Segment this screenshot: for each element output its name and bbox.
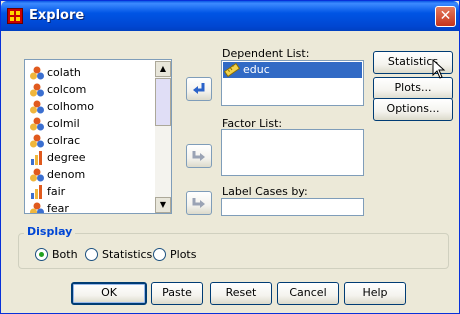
dependent-list-label: Dependent List: bbox=[222, 47, 310, 60]
scale-variable-icon bbox=[224, 62, 240, 78]
display-option-plots[interactable]: Plots bbox=[153, 247, 203, 263]
list-item[interactable]: educ bbox=[223, 62, 362, 78]
arrow-right-icon bbox=[192, 151, 205, 161]
radio-icon bbox=[85, 248, 98, 261]
list-item-label: fair bbox=[47, 185, 66, 198]
title-bar[interactable]: Explore ✕ bbox=[1, 1, 459, 31]
plots-button[interactable]: Plots... bbox=[373, 77, 453, 100]
reset-button[interactable]: Reset bbox=[210, 282, 272, 305]
arrow-left-icon bbox=[193, 83, 205, 94]
move-to-label-cases-button[interactable] bbox=[186, 191, 212, 215]
nominal-variable-icon bbox=[30, 100, 44, 114]
close-icon: ✕ bbox=[439, 8, 452, 24]
dependent-list[interactable]: educ bbox=[221, 60, 364, 106]
paste-button[interactable]: Paste bbox=[151, 282, 203, 305]
list-item-label: colath bbox=[47, 66, 81, 79]
display-option-label: Plots bbox=[170, 248, 197, 261]
explore-dialog: Explore ✕ colath colcom colhomo colmil c… bbox=[0, 0, 460, 314]
cancel-button[interactable]: Cancel bbox=[277, 282, 339, 305]
display-group-title: Display bbox=[24, 225, 76, 238]
cancel-button-label: Cancel bbox=[289, 286, 327, 299]
nominal-variable-icon bbox=[30, 202, 44, 213]
list-item-label: colmil bbox=[47, 117, 80, 130]
label-cases-field[interactable] bbox=[221, 198, 364, 216]
nominal-variable-icon bbox=[30, 83, 44, 97]
list-item-label: colcom bbox=[47, 83, 87, 96]
list-item-label: fear bbox=[47, 202, 69, 213]
ok-button[interactable]: OK bbox=[71, 282, 147, 305]
list-item-label: colhomo bbox=[47, 100, 94, 113]
ordinal-variable-icon bbox=[31, 185, 42, 199]
list-item-label: educ bbox=[243, 63, 270, 76]
help-button[interactable]: Help bbox=[344, 282, 406, 305]
list-item-label: denom bbox=[47, 168, 86, 181]
list-item-label: colrac bbox=[47, 134, 81, 147]
display-option-label: Statistics bbox=[102, 248, 153, 261]
nominal-variable-icon bbox=[30, 134, 44, 148]
display-option-both[interactable]: Both bbox=[35, 247, 91, 263]
scroll-down-icon[interactable]: ▼ bbox=[155, 197, 171, 213]
radio-icon bbox=[35, 248, 48, 261]
window-title: Explore bbox=[29, 8, 85, 23]
radio-icon bbox=[153, 248, 166, 261]
explore-app-icon bbox=[7, 8, 23, 24]
variable-list-items: colath colcom colhomo colmil colrac degr… bbox=[25, 60, 155, 213]
statistics-button-label: Statistics bbox=[387, 55, 439, 68]
options-button-label: Options... bbox=[386, 102, 440, 115]
move-to-factor-button[interactable] bbox=[186, 144, 212, 168]
move-to-dependent-button[interactable] bbox=[186, 77, 212, 101]
list-item-label: degree bbox=[47, 151, 86, 164]
display-option-label: Both bbox=[52, 248, 78, 261]
nominal-variable-icon bbox=[30, 66, 44, 80]
label-cases-label: Label Cases by: bbox=[222, 185, 308, 198]
close-button[interactable]: ✕ bbox=[435, 6, 456, 27]
ok-button-label: OK bbox=[101, 286, 117, 299]
reset-button-label: Reset bbox=[225, 286, 257, 299]
variable-list-scrollbar[interactable]: ▲ ▼ bbox=[155, 61, 171, 213]
arrow-right-icon bbox=[192, 198, 205, 208]
scroll-thumb[interactable] bbox=[155, 78, 171, 126]
variable-list[interactable]: colath colcom colhomo colmil colrac degr… bbox=[24, 59, 172, 214]
paste-button-label: Paste bbox=[162, 286, 192, 299]
scroll-up-icon[interactable]: ▲ bbox=[155, 61, 171, 77]
nominal-variable-icon bbox=[30, 117, 44, 131]
display-option-statistics[interactable]: Statistics bbox=[85, 247, 153, 263]
nominal-variable-icon bbox=[30, 168, 44, 182]
factor-list[interactable] bbox=[221, 129, 364, 176]
help-button-label: Help bbox=[362, 286, 388, 299]
ordinal-variable-icon bbox=[31, 151, 42, 165]
mouse-cursor-icon bbox=[432, 59, 446, 79]
plots-button-label: Plots... bbox=[394, 81, 432, 94]
options-button[interactable]: Options... bbox=[373, 98, 453, 121]
